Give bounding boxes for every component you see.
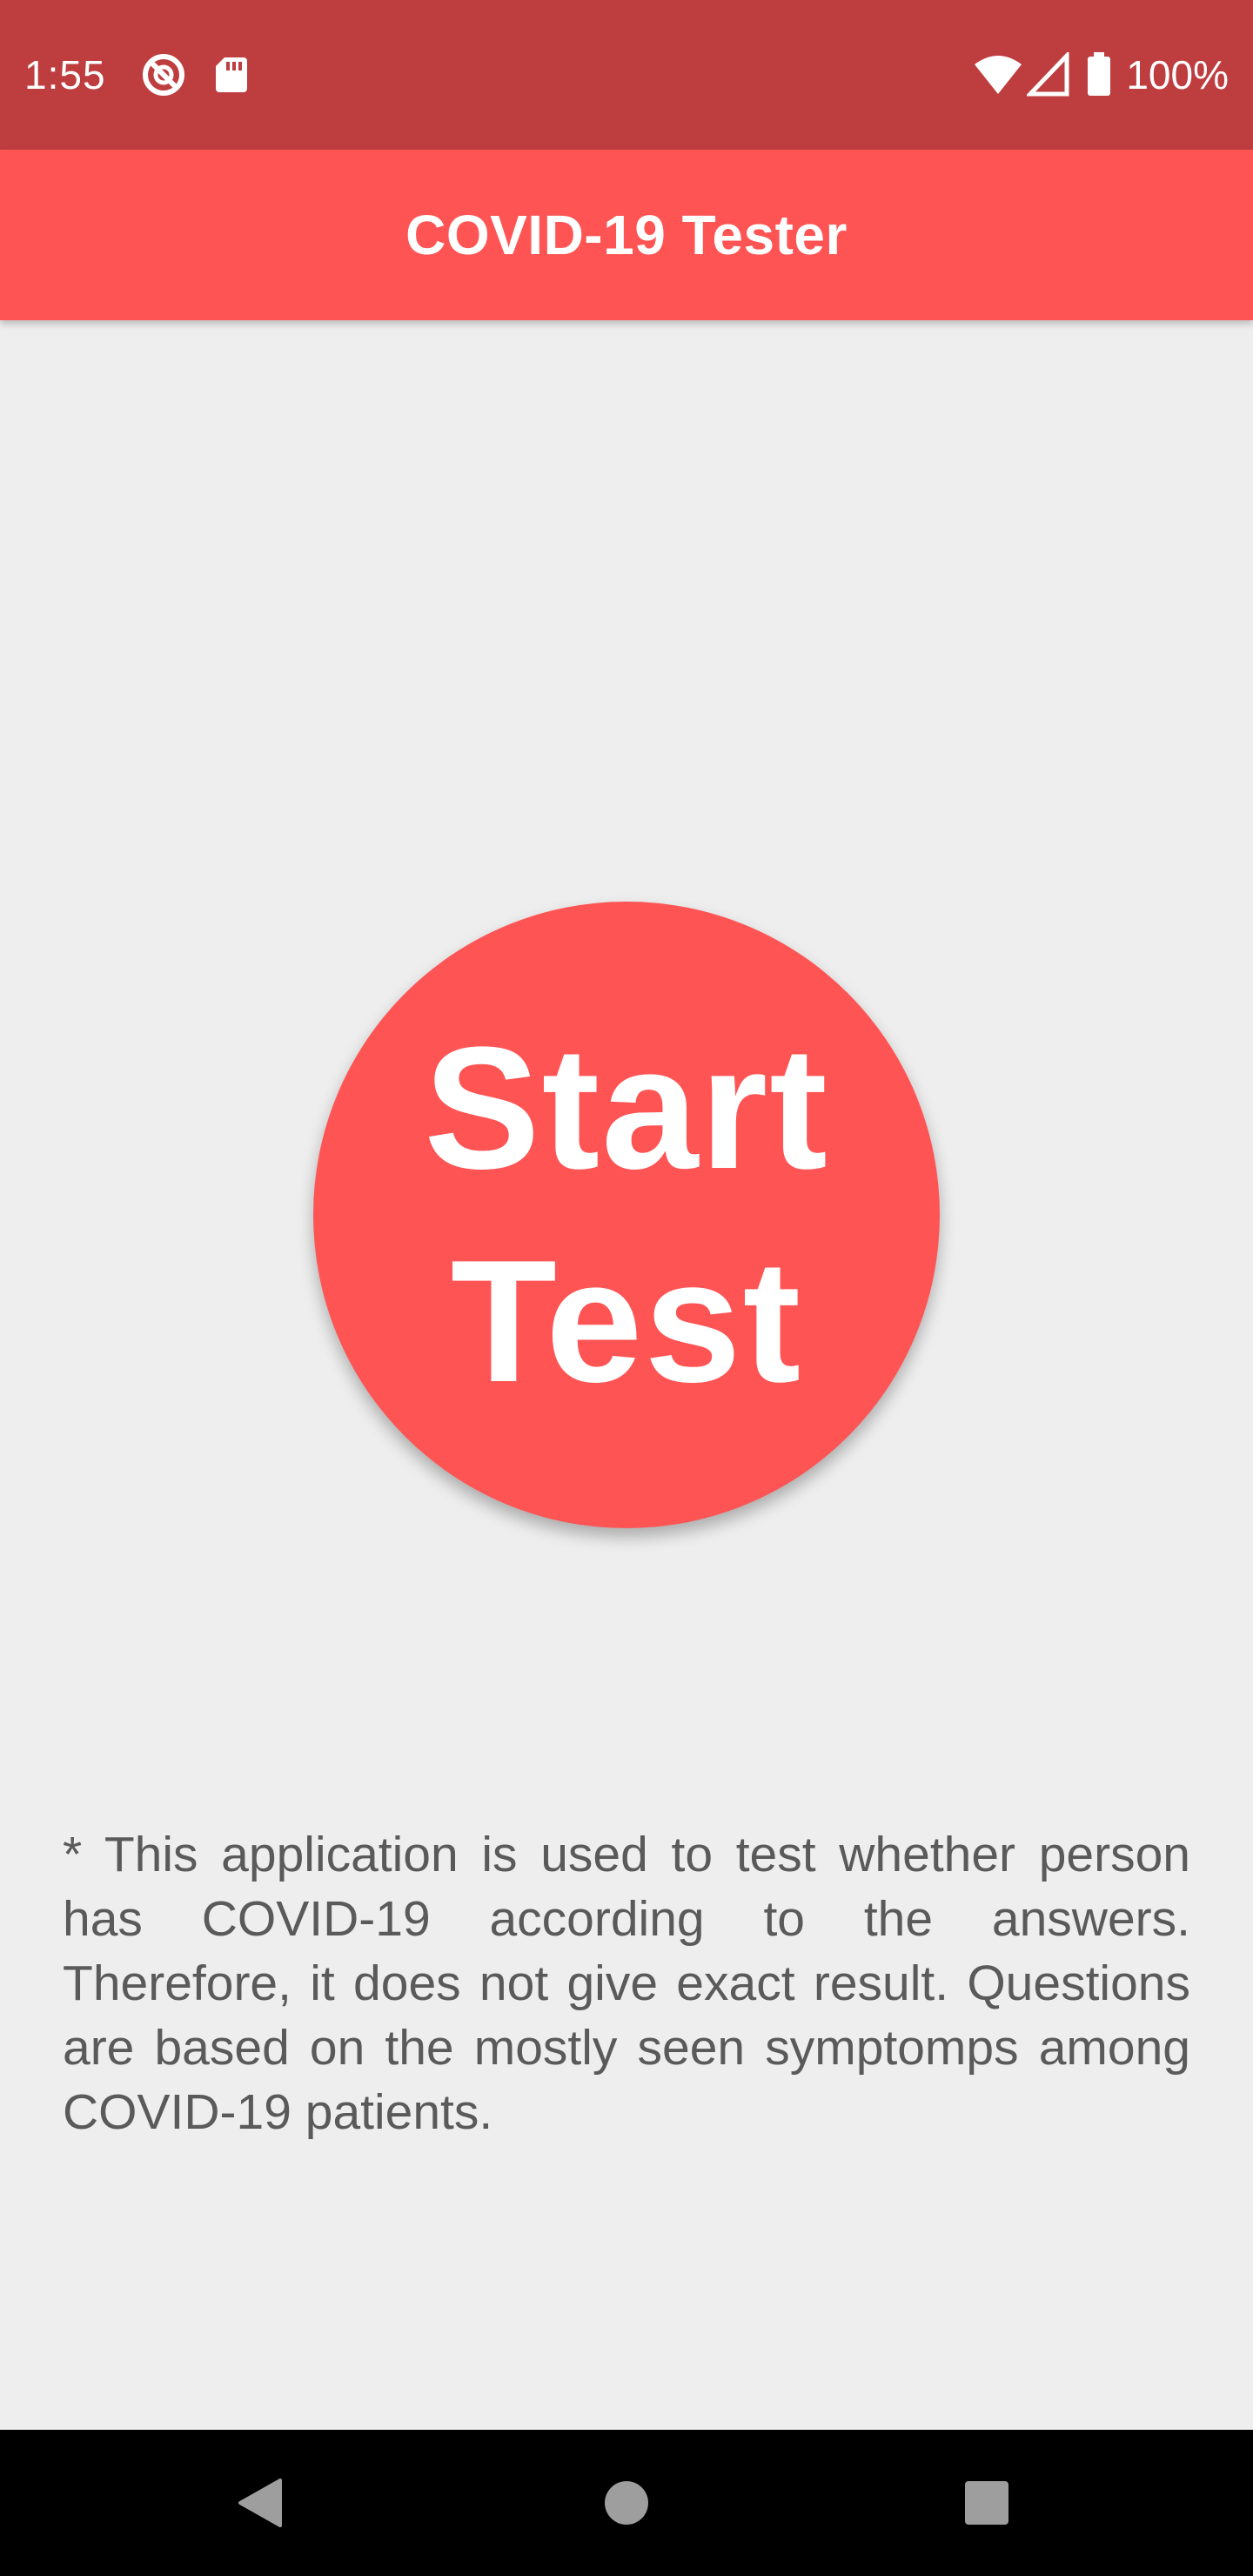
navigation-bar — [0, 2430, 1253, 2576]
start-test-label-line2: Test — [450, 1224, 803, 1419]
cell-signal-icon — [1027, 52, 1072, 97]
back-icon[interactable] — [230, 2472, 292, 2534]
battery-percentage: 100% — [1126, 52, 1229, 97]
do-not-disturb-icon — [141, 52, 186, 97]
wifi-icon — [973, 52, 1023, 97]
disclaimer-text: * This application is used to test wheth… — [63, 1827, 1190, 2140]
screen: 1:55 100% COVID-19 Tester Start Test * T… — [0, 0, 1253, 2576]
status-time: 1:55 — [24, 52, 106, 97]
status-bar: 1:55 100% — [0, 0, 1253, 150]
home-icon[interactable] — [595, 2472, 658, 2534]
start-test-label-line1: Start — [424, 1011, 829, 1205]
start-test-button[interactable]: Start Test — [313, 902, 940, 1528]
app-bar: COVID-19 Tester — [0, 150, 1253, 320]
recents-icon[interactable] — [955, 2472, 1018, 2534]
app-title: COVID-19 Tester — [405, 204, 848, 266]
battery-icon — [1086, 52, 1112, 97]
sd-card-icon — [209, 52, 254, 97]
